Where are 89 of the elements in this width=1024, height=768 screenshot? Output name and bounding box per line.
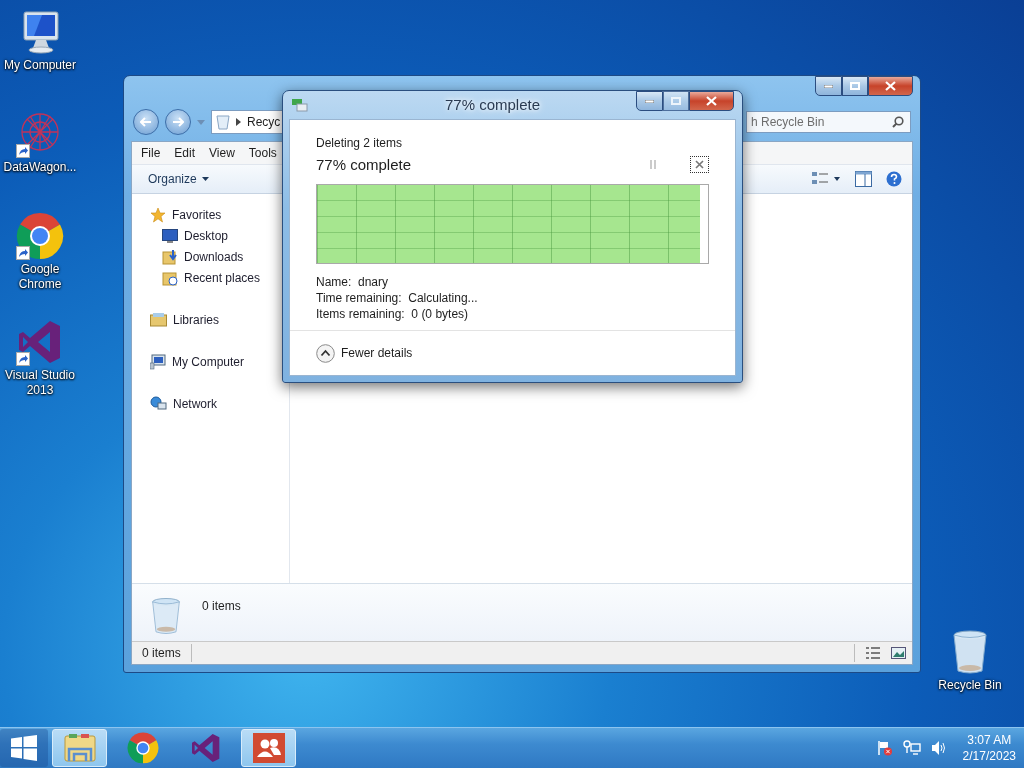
image-view-icon[interactable] bbox=[891, 647, 906, 659]
network-icon bbox=[150, 395, 167, 412]
desktop-icon-label[interactable]: My Computer bbox=[0, 58, 80, 73]
nav-label: Recent places bbox=[184, 270, 261, 285]
close-button[interactable] bbox=[868, 76, 913, 96]
close-icon bbox=[706, 96, 717, 106]
dialog-title: 77% complete bbox=[443, 96, 542, 113]
taskbar-button[interactable] bbox=[52, 729, 107, 767]
close-button[interactable] bbox=[689, 91, 734, 111]
back-arrow-icon bbox=[140, 117, 152, 127]
maximize-button[interactable] bbox=[842, 76, 868, 96]
organize-button[interactable]: Organize bbox=[144, 170, 213, 188]
nav-label: Favorites bbox=[172, 207, 222, 222]
computer-icon bbox=[150, 353, 166, 370]
star-icon bbox=[150, 206, 166, 223]
chevron-up-icon bbox=[316, 343, 335, 363]
taskbar-button[interactable] bbox=[241, 729, 296, 767]
chrome-icon bbox=[126, 732, 159, 764]
close-icon bbox=[695, 159, 704, 169]
desktop-icon-label[interactable]: Google Chrome bbox=[0, 262, 80, 292]
nav-item[interactable]: Libraries bbox=[132, 309, 289, 330]
nav-item[interactable]: Desktop bbox=[132, 225, 289, 246]
nav-label: Downloads bbox=[184, 249, 244, 264]
folder-clock-icon bbox=[162, 269, 178, 286]
shortcut-arrow-icon bbox=[16, 352, 30, 366]
nav-label: Libraries bbox=[173, 312, 220, 327]
nav-label: Desktop bbox=[184, 228, 229, 243]
chevron-right-icon bbox=[236, 118, 241, 126]
detail-line: Name: dnary bbox=[316, 274, 390, 290]
folder-icon bbox=[62, 733, 97, 763]
nav-item[interactable]: Recent places bbox=[132, 267, 289, 288]
progress-text: 77% complete bbox=[316, 155, 412, 173]
preview-pane-icon[interactable] bbox=[855, 171, 872, 187]
menu-item[interactable]: View bbox=[202, 146, 242, 160]
forward-button[interactable] bbox=[165, 109, 191, 135]
desktop-icon-label[interactable]: DataWagon... bbox=[0, 160, 80, 175]
view-options-icon[interactable] bbox=[811, 171, 841, 187]
nav-item[interactable]: Favorites bbox=[132, 204, 289, 225]
flag-icon[interactable] bbox=[876, 740, 893, 756]
nav-label: My Computer bbox=[172, 354, 245, 369]
maximize-icon bbox=[671, 97, 681, 105]
fewer-details-button[interactable]: Fewer details bbox=[316, 343, 413, 363]
caret-icon bbox=[201, 177, 209, 181]
start-button[interactable] bbox=[0, 729, 48, 767]
cancel-button[interactable] bbox=[690, 155, 709, 173]
help-icon[interactable] bbox=[886, 171, 902, 187]
search-icon bbox=[892, 116, 904, 128]
people-icon bbox=[252, 733, 285, 763]
maximize-button[interactable] bbox=[663, 91, 689, 111]
close-icon bbox=[885, 81, 896, 91]
item-count: 0 items bbox=[202, 599, 241, 613]
caret-icon bbox=[197, 119, 205, 125]
operation-heading: Deleting 2 items bbox=[316, 136, 404, 150]
search-field[interactable]: h Recycle Bin bbox=[746, 111, 911, 133]
desktop-icon-label[interactable]: Recycle Bin bbox=[930, 678, 1010, 693]
shortcut-arrow-icon bbox=[16, 246, 30, 260]
detail-line: Items remaining: 0 (0 bytes) bbox=[316, 306, 470, 322]
speaker-icon[interactable] bbox=[930, 740, 947, 756]
status-text: 0 items bbox=[132, 644, 192, 662]
desktop-icon bbox=[162, 228, 178, 243]
clock[interactable]: 3:07 AM 2/17/2023 bbox=[962, 732, 1016, 764]
library-icon bbox=[150, 312, 167, 327]
shortcut-arrow-icon bbox=[16, 144, 30, 158]
file-transfer-icon bbox=[291, 98, 309, 112]
nav-item[interactable]: My Computer bbox=[132, 351, 289, 372]
menu-item[interactable]: File bbox=[134, 146, 168, 160]
trash-bin-icon bbox=[216, 114, 230, 130]
pause-icon bbox=[650, 159, 656, 169]
minimize-icon bbox=[645, 99, 654, 103]
detail-line: Time remaining: Calculating... bbox=[316, 290, 479, 306]
minimize-button[interactable] bbox=[815, 76, 842, 96]
minimize-icon bbox=[824, 84, 833, 88]
chrome-icon bbox=[16, 212, 64, 260]
download-folder-icon bbox=[162, 248, 178, 265]
network-icon[interactable] bbox=[902, 740, 921, 756]
details-view-icon[interactable] bbox=[865, 647, 881, 659]
menu-item[interactable]: Tools bbox=[241, 146, 284, 160]
nav-item[interactable]: Network bbox=[132, 393, 289, 414]
nav-label: Network bbox=[173, 396, 217, 411]
windows-logo-icon bbox=[11, 735, 37, 761]
maximize-icon bbox=[850, 82, 860, 90]
nav-item[interactable]: Downloads bbox=[132, 246, 289, 267]
back-button[interactable] bbox=[133, 109, 159, 135]
menu-item[interactable]: Edit bbox=[167, 146, 203, 160]
infinity-logo-icon bbox=[189, 732, 222, 764]
minimize-button[interactable] bbox=[636, 91, 663, 111]
address-text: Recyc bbox=[247, 115, 281, 129]
forward-arrow-icon bbox=[172, 117, 184, 127]
desktop-icon-label[interactable]: Visual Studio 2013 bbox=[0, 368, 80, 398]
